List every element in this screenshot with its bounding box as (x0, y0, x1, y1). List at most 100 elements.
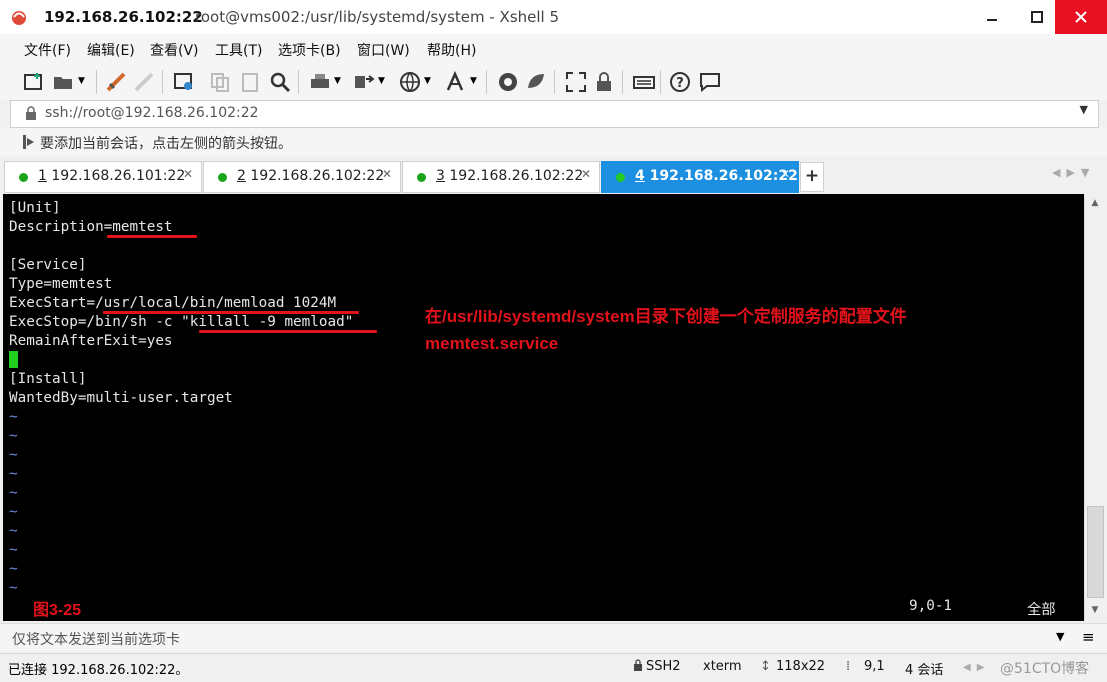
lock-icon[interactable] (592, 70, 616, 94)
disconnect-icon[interactable] (132, 70, 156, 94)
session-count-status: 4 会话 (905, 663, 944, 678)
terminal-line: RemainAfterExit=yes (9, 333, 173, 349)
toolbar-separator (162, 70, 163, 94)
tab-session-3[interactable]: 3 192.168.26.102:22 ✕ (402, 161, 600, 193)
tab-close-icon[interactable]: ✕ (581, 167, 591, 181)
maximize-button[interactable] (1020, 0, 1054, 34)
terminal-line: [Service] (9, 257, 87, 273)
keyboard-icon[interactable] (632, 70, 656, 94)
vim-empty-line: ~ (9, 580, 18, 596)
close-icon (1075, 11, 1087, 23)
tab-close-icon[interactable]: ✕ (183, 167, 193, 181)
maximize-icon (1031, 11, 1043, 23)
vim-empty-line: ~ (9, 466, 18, 482)
session-nav-arrows-icon[interactable]: ◀▶ (963, 662, 990, 673)
vim-empty-line: ~ (9, 485, 18, 501)
menu-edit[interactable]: 编辑(E) (87, 40, 135, 60)
minimize-icon (987, 19, 997, 21)
compose-input[interactable]: 仅将文本发送到当前选项卡 (12, 629, 180, 649)
terminal-scrollbar[interactable]: ▲ ▼ (1084, 194, 1105, 621)
compose-dropdown-icon[interactable]: ▼ (1056, 630, 1064, 643)
resize-icon: ↕ (760, 659, 771, 674)
address-input[interactable]: ssh://root@192.168.26.102:22 (45, 105, 259, 121)
print-icon[interactable] (308, 70, 332, 94)
connect-icon[interactable] (104, 70, 128, 94)
font-icon[interactable] (444, 70, 468, 94)
terminal-type-status: xterm (703, 659, 742, 674)
new-session-icon[interactable] (22, 70, 46, 94)
arrow-icon[interactable] (22, 134, 36, 154)
annotation-underline (103, 311, 359, 314)
open-folder-icon[interactable] (52, 70, 76, 94)
vim-empty-line: ~ (9, 523, 18, 539)
transfer-icon[interactable] (352, 70, 376, 94)
figure-label: 图3-25 (33, 602, 82, 619)
window-title-host: 192.168.26.102:22 (44, 8, 203, 26)
tab-session-1[interactable]: 1 192.168.26.101:22 ✕ (4, 161, 202, 193)
menu-help[interactable]: 帮助(H) (427, 40, 476, 60)
toolbar-separator (554, 70, 555, 94)
tab-session-2[interactable]: 2 192.168.26.102:22 ✕ (203, 161, 401, 193)
add-tab-button[interactable]: + (800, 162, 824, 192)
paste-icon[interactable] (238, 70, 262, 94)
status-bar: 已连接 192.168.26.102:22。 SSH2 xterm ↕ 118x… (0, 653, 1107, 682)
lock-icon (633, 659, 643, 675)
open-dropdown-icon[interactable]: ▼ (78, 76, 88, 100)
annotation-underline (107, 235, 197, 238)
compose-bar[interactable]: 仅将文本发送到当前选项卡 ▼ ≡ (0, 623, 1107, 652)
globe-icon[interactable] (398, 70, 422, 94)
menu-bar: 文件(F) 编辑(E) 查看(V) 工具(T) 选项卡(B) 窗口(W) 帮助(… (0, 34, 1107, 64)
connected-status-icon (19, 173, 28, 182)
search-icon[interactable] (268, 70, 292, 94)
chat-icon[interactable] (698, 70, 722, 94)
toolbar: ▼ ▼ ▼ ▼ ▼ ? (0, 64, 1107, 100)
compose-menu-icon[interactable]: ≡ (1082, 628, 1095, 646)
cursor-position-status: 9,1 (864, 659, 885, 674)
minimize-button[interactable] (975, 0, 1009, 34)
globe-dropdown-icon[interactable]: ▼ (424, 76, 434, 100)
scrollbar-thumb[interactable] (1087, 506, 1104, 598)
vim-empty-line: ~ (9, 447, 18, 463)
annotation-filename: memtest.service (425, 334, 559, 353)
scroll-down-icon[interactable]: ▼ (1085, 605, 1105, 615)
tab-host: 192.168.26.101:22 (51, 168, 186, 184)
menu-file[interactable]: 文件(F) (24, 40, 71, 60)
tab-scroll-arrows-icon[interactable]: ◀▶▼ (1052, 166, 1095, 179)
connection-status: 已连接 192.168.26.102:22。 (8, 663, 189, 678)
connected-status-icon (218, 173, 227, 182)
tab-session-4[interactable]: 4 192.168.26.102:22 ✕ (601, 161, 799, 193)
xshell-icon[interactable] (496, 70, 520, 94)
tab-close-icon[interactable]: ✕ (780, 167, 790, 181)
toolbar-separator (486, 70, 487, 94)
toolbar-separator (96, 70, 97, 94)
menu-view[interactable]: 查看(V) (150, 40, 199, 60)
vim-empty-line: ~ (9, 542, 18, 558)
xftp-icon[interactable] (524, 70, 548, 94)
tab-number: 4 (635, 168, 645, 184)
svg-text:?: ? (676, 76, 684, 91)
copy-icon[interactable] (208, 70, 232, 94)
lock-icon (25, 106, 37, 120)
tab-host: 192.168.26.102:22 (449, 168, 584, 184)
close-button[interactable] (1055, 0, 1107, 34)
fullscreen-icon[interactable] (564, 70, 588, 94)
transfer-dropdown-icon[interactable]: ▼ (378, 76, 388, 100)
help-icon[interactable]: ? (668, 70, 692, 94)
tab-close-icon[interactable]: ✕ (382, 167, 392, 181)
terminal-pane[interactable]: [Unit] Description=memtest [Service] Typ… (3, 194, 1084, 621)
annotation-underline (199, 330, 377, 333)
annotation-text: 在/usr/lib/systemd/system目录下创建一个定制服务的配置文件 (425, 307, 907, 326)
address-bar[interactable]: ssh://root@192.168.26.102:22 ▼ (10, 100, 1099, 128)
toolbar-separator (622, 70, 623, 94)
menu-window[interactable]: 窗口(W) (357, 40, 410, 60)
vim-empty-line: ~ (9, 561, 18, 577)
scroll-up-icon[interactable]: ▲ (1085, 198, 1105, 208)
properties-icon[interactable] (172, 70, 196, 94)
address-dropdown-icon[interactable]: ▼ (1080, 103, 1088, 116)
session-hint-bar: 要添加当前会话，点击左侧的箭头按钮。 (0, 128, 1107, 156)
menu-tabs[interactable]: 选项卡(B) (278, 40, 341, 60)
font-dropdown-icon[interactable]: ▼ (470, 76, 480, 100)
session-hint-text: 要添加当前会话，点击左侧的箭头按钮。 (40, 136, 292, 152)
menu-tools[interactable]: 工具(T) (215, 40, 262, 60)
print-dropdown-icon[interactable]: ▼ (334, 76, 344, 100)
